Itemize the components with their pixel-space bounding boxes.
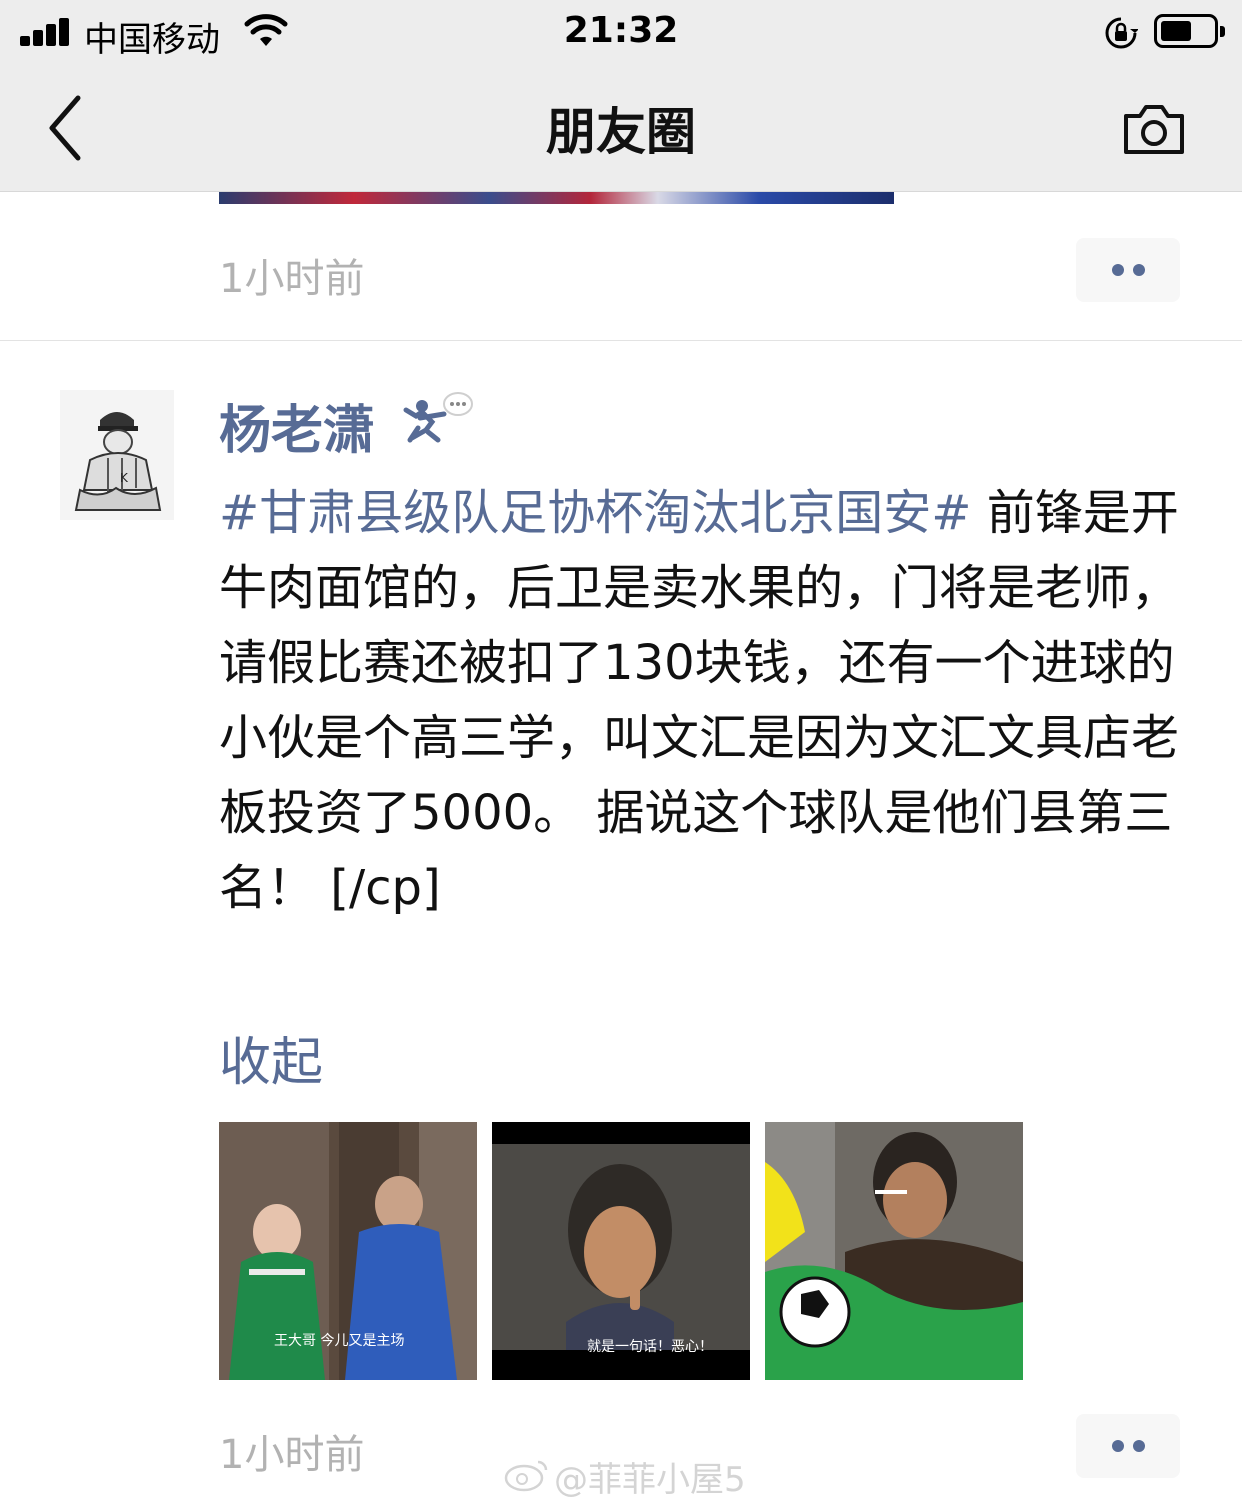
more-dots-icon [1112, 264, 1124, 276]
hashtag-link[interactable]: #甘肃县级队足协杯淘汰北京国安# [219, 485, 971, 541]
post-more-button[interactable] [1076, 1414, 1180, 1478]
post-content: #甘肃县级队足协杯淘汰北京国安# 前锋是开牛肉面馆的，后卫是卖水果的，门将是老师… [219, 476, 1189, 926]
more-dots-icon [1112, 1440, 1124, 1452]
collapse-link[interactable]: 收起 [219, 1020, 323, 1095]
previous-post-more-button[interactable] [1076, 238, 1180, 302]
previous-post-image[interactable] [219, 192, 894, 204]
image-caption: 王大哥 今儿又是主场 [274, 1333, 405, 1349]
post-image-3[interactable] [765, 1122, 1023, 1380]
post-divider [0, 340, 1242, 341]
post-image-1[interactable]: 王大哥 今儿又是主场 [219, 1122, 477, 1380]
image-caption: 就是一句话！恶心！ [587, 1339, 713, 1355]
status-badge-icon[interactable] [398, 388, 478, 448]
previous-post-time: 1小时前 [219, 256, 365, 302]
post-body-text: 前锋是开牛肉面馆的，后卫是卖水果的，门将是老师，请假比赛还被扣了130块钱，还有… [219, 485, 1180, 916]
post-username[interactable]: 杨老潇 [219, 388, 375, 463]
svg-text:K: K [120, 471, 129, 485]
baseball-player-avatar-icon: K [60, 390, 174, 520]
navigation-bar: 朋友圈 [0, 64, 1242, 192]
battery-icon [1154, 14, 1225, 48]
post-image-2[interactable]: 就是一句话！恶心！ [492, 1122, 750, 1380]
watermark-text: @菲菲小屋5 [554, 1460, 746, 1500]
clock: 21:32 [563, 10, 679, 51]
rotation-lock-icon [1105, 17, 1138, 49]
post-time: 1小时前 [219, 1432, 365, 1478]
camera-icon[interactable] [1122, 100, 1186, 156]
avatar[interactable]: K [60, 390, 174, 520]
status-bar: 中国移动 21:32 [0, 0, 1242, 64]
top-bar: 中国移动 21:32 朋友圈 [0, 0, 1242, 192]
weibo-icon [504, 1460, 548, 1492]
page-title: 朋友圈 [546, 103, 696, 161]
